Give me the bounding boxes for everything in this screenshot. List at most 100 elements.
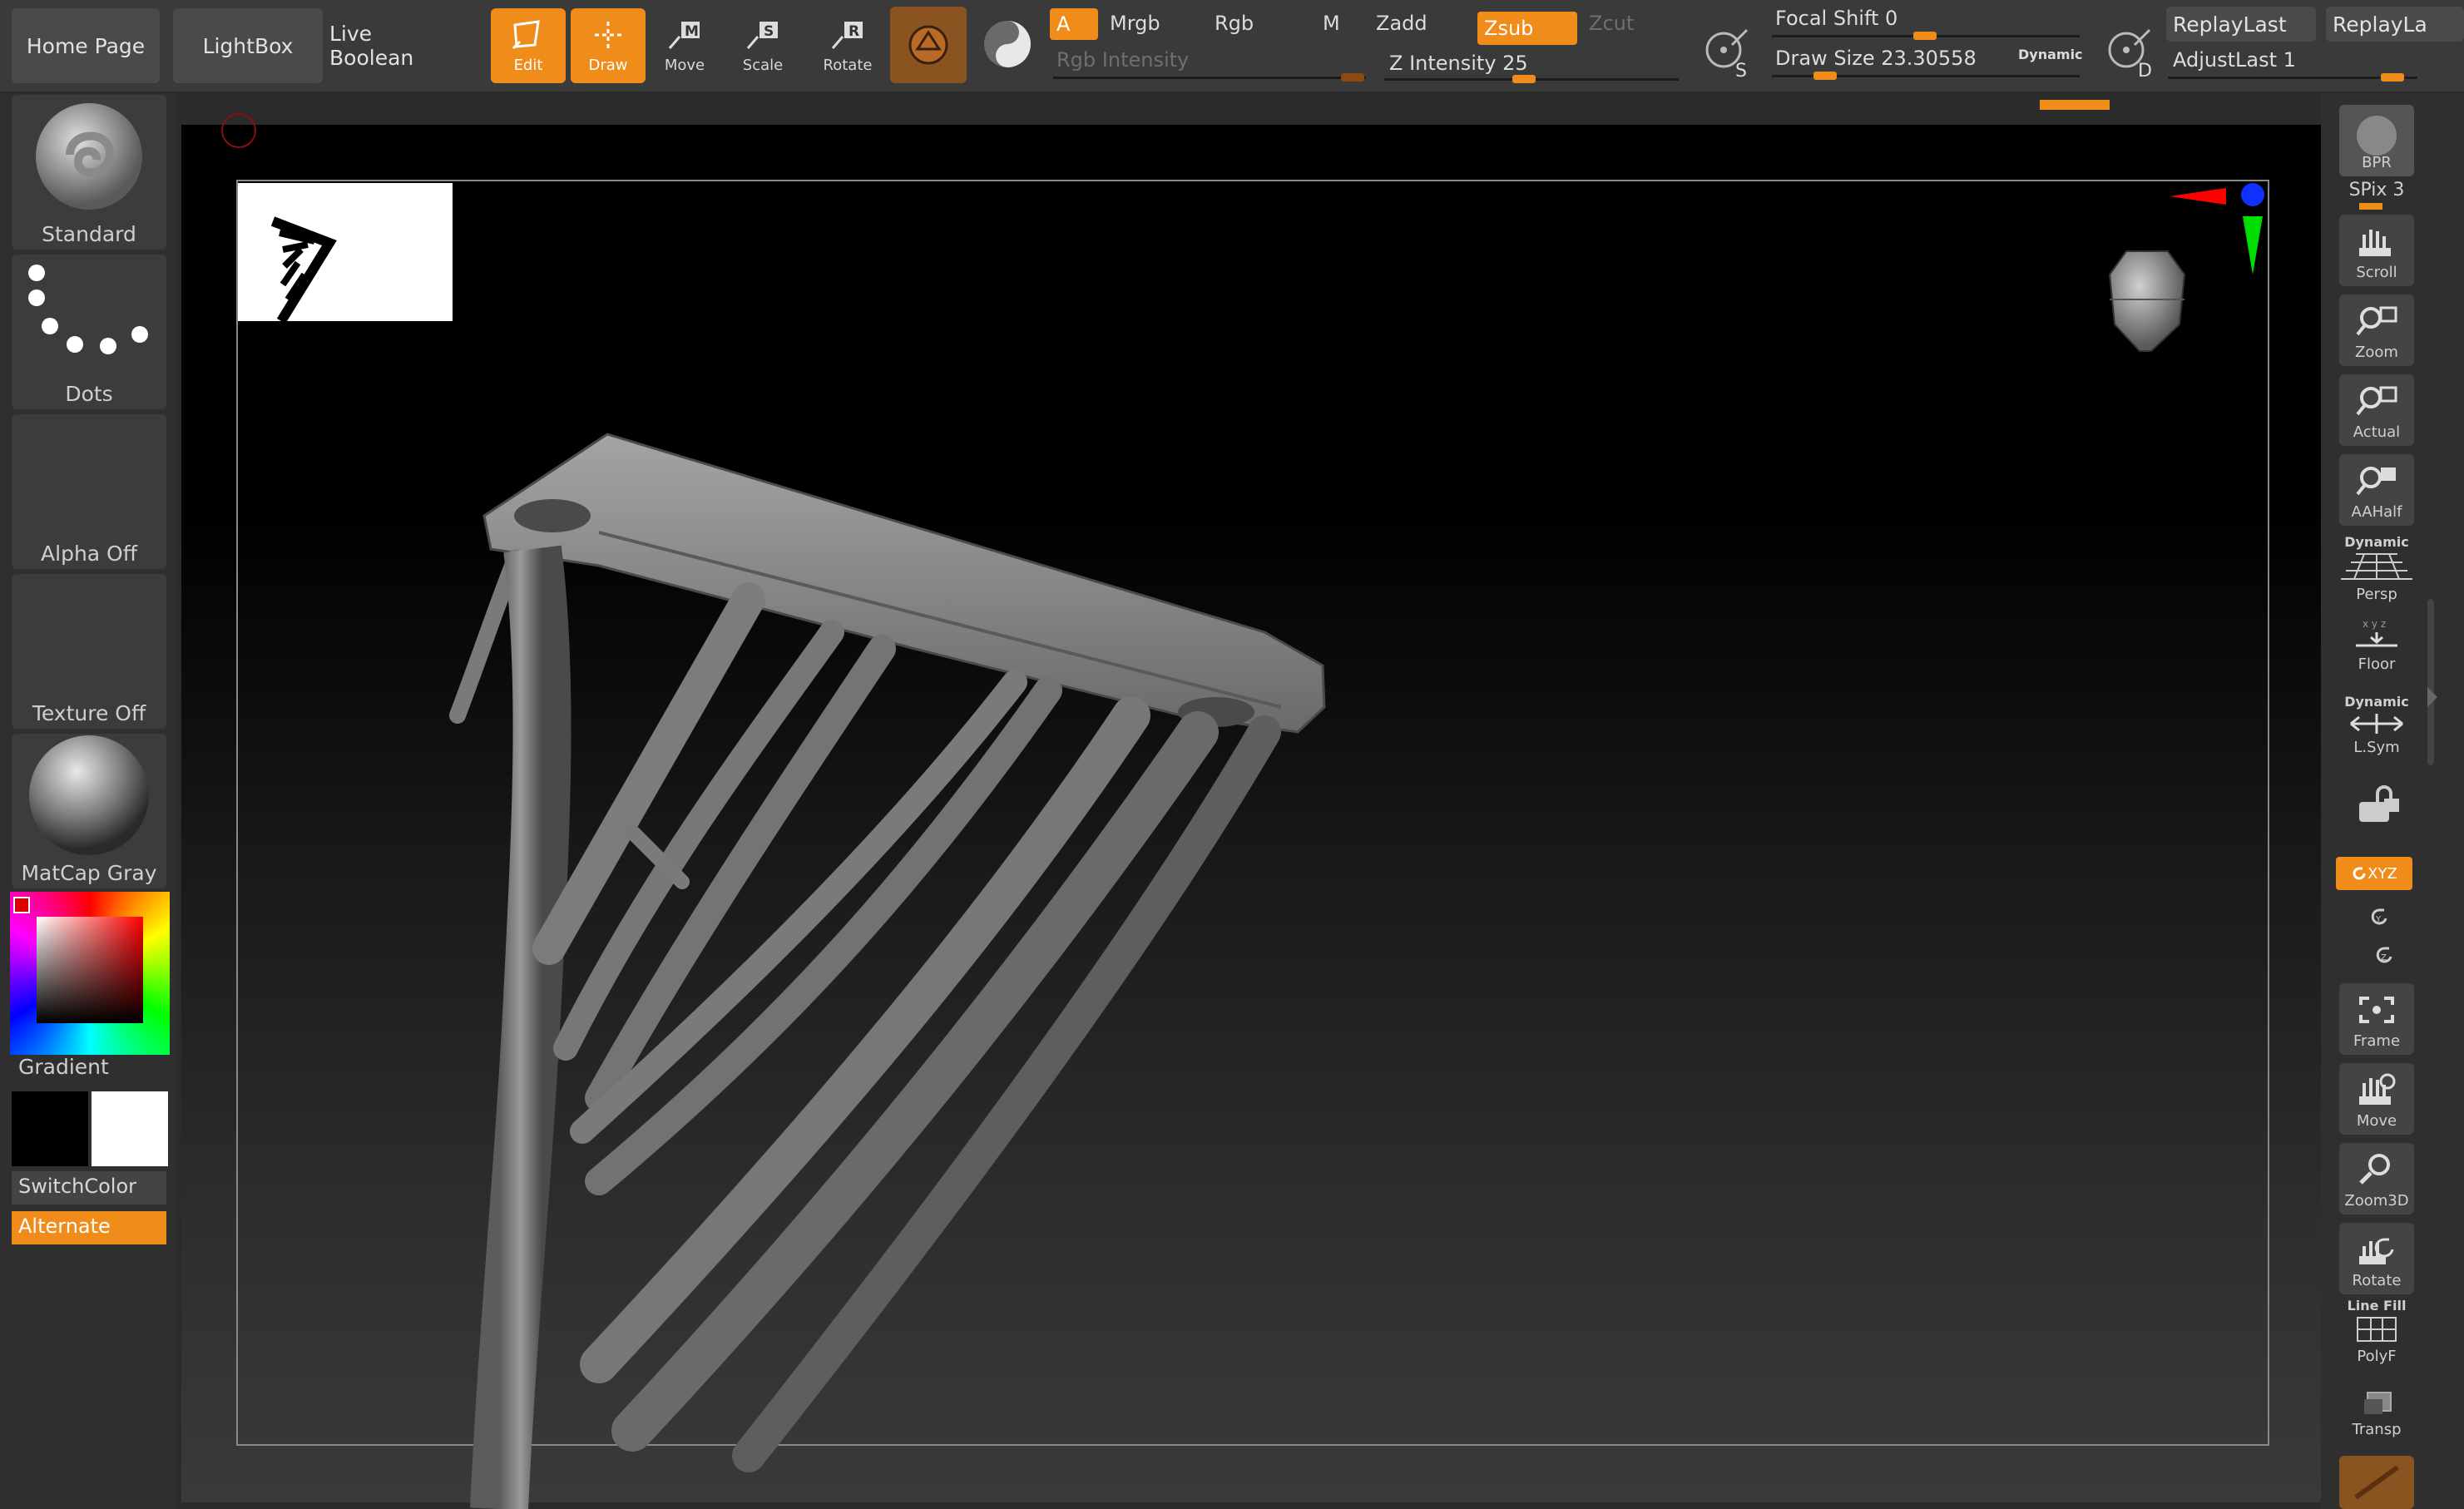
floor-button[interactable]: x y z Floor <box>2339 616 2414 682</box>
color-saturation-square[interactable] <box>37 917 143 1023</box>
head-orientation-icon[interactable] <box>2093 241 2201 358</box>
edit-icon <box>512 19 540 49</box>
magnifier-icon <box>2356 306 2397 336</box>
aahalf-label: AAHalf <box>2351 503 2402 521</box>
replay-icon[interactable]: D <box>2101 20 2160 82</box>
spix-slider[interactable]: SPix 3 <box>2339 180 2414 200</box>
right-shelf: BPR SPix 3 Scroll Zoom Actual AAHalf Dyn… <box>2321 93 2464 1509</box>
zadd-toggle[interactable]: Zadd <box>1376 12 1427 35</box>
rotate-label: Rotate <box>823 56 873 74</box>
lock-camera-icon <box>2359 785 2399 822</box>
material-preview-button[interactable] <box>890 7 967 83</box>
focal-shift-slider[interactable]: Focal Shift 0 <box>1775 7 1897 30</box>
brush-name: Standard <box>42 222 136 246</box>
canvas-marker-circle <box>221 113 256 148</box>
lightbox-button[interactable]: LightBox <box>173 8 323 83</box>
a-toggle[interactable]: A <box>1050 8 1098 40</box>
rotate-view-icon <box>2359 1238 2394 1264</box>
floor-icon: x y z <box>2356 618 2397 647</box>
focal-shift-icon[interactable]: S <box>1699 20 1757 82</box>
polyf-label: PolyF <box>2357 1348 2397 1365</box>
right-panel-scrollbar[interactable] <box>2427 599 2434 765</box>
rgb-toggle[interactable]: Rgb <box>1215 12 1254 35</box>
aahalf-button[interactable]: AAHalf <box>2339 454 2414 526</box>
draw-tool-button[interactable]: Draw <box>571 8 646 83</box>
secondary-color-swatch[interactable] <box>92 1091 168 1166</box>
polyf-button[interactable]: PolyF <box>2339 1314 2414 1373</box>
texture-name: Texture Off <box>32 701 146 725</box>
gradient-label[interactable]: Gradient <box>18 1055 109 1079</box>
home-page-button[interactable]: Home Page <box>12 8 160 83</box>
main-color-swatch[interactable] <box>12 1091 88 1166</box>
svg-text:Z: Z <box>2381 953 2387 962</box>
ghost-button[interactable] <box>2339 1456 2414 1509</box>
matcap-sphere-icon <box>29 735 149 855</box>
right-panel-collapse-arrow[interactable] <box>2427 687 2437 707</box>
m-toggle[interactable]: M <box>1323 12 1340 35</box>
color-picker[interactable] <box>10 892 170 1055</box>
y-rotate-icon[interactable]: Y <box>2363 900 2396 933</box>
focal-shift-knob[interactable] <box>1913 32 1937 40</box>
persp-button[interactable]: Persp <box>2339 549 2414 607</box>
rotate-view-button[interactable]: Rotate <box>2339 1223 2414 1294</box>
replay-last-relative-button[interactable]: ReplayLa <box>2326 7 2464 42</box>
ghost-icon <box>2354 1465 2399 1500</box>
texture-selector[interactable]: Texture Off <box>12 574 166 729</box>
draw-size-knob[interactable] <box>1813 72 1837 80</box>
floor-label: Floor <box>2358 656 2396 673</box>
move-view-label: Move <box>2356 1112 2397 1130</box>
replay-last-button[interactable]: ReplayLast <box>2166 7 2316 42</box>
mrgb-toggle[interactable]: Mrgb <box>1110 12 1160 35</box>
alpha-selector[interactable]: Alpha Off <box>12 414 166 569</box>
xyz-label: XYZ <box>2368 864 2397 883</box>
transp-button[interactable]: Transp <box>2339 1388 2414 1446</box>
canvas-scroll-marker[interactable] <box>2040 100 2110 110</box>
rgb-intensity-knob[interactable] <box>1341 73 1364 82</box>
xyz-rotate-toggle[interactable]: XYZ <box>2336 857 2412 890</box>
dynamic-persp-label: Dynamic <box>2344 534 2409 550</box>
zoom-button[interactable]: Zoom <box>2339 294 2414 366</box>
move-view-button[interactable]: Move <box>2339 1063 2414 1135</box>
scroll-button[interactable]: Scroll <box>2339 215 2414 286</box>
z-rotate-icon[interactable]: Z <box>2368 938 2401 972</box>
live-boolean-button[interactable]: Live Boolean <box>329 8 463 83</box>
bpr-button[interactable]: BPR <box>2339 105 2414 176</box>
lock-camera-button[interactable] <box>2354 782 2404 832</box>
z-intensity-knob[interactable] <box>1512 75 1536 83</box>
edit-tool-button[interactable]: Edit <box>491 8 566 83</box>
color-cursor[interactable] <box>13 897 30 913</box>
material-selector[interactable]: MatCap Gray <box>12 734 166 888</box>
navigation-thumbnail[interactable] <box>238 183 453 324</box>
scale-tool-button[interactable]: S Scale <box>725 8 800 83</box>
rotate-tool-button[interactable]: R Rotate <box>810 8 885 83</box>
perspective-grid-icon <box>2341 553 2412 580</box>
z-intensity-slider[interactable]: Z Intensity 25 <box>1389 52 1528 75</box>
zoom3d-button[interactable]: Zoom3D <box>2339 1143 2414 1215</box>
zcut-toggle[interactable]: Zcut <box>1589 12 1634 35</box>
draw-label: Draw <box>588 56 628 74</box>
frame-icon <box>2359 997 2394 1023</box>
svg-text:D: D <box>2138 61 2152 78</box>
spix-knob[interactable] <box>2359 203 2382 210</box>
draw-size-slider[interactable]: Draw Size 23.30558 <box>1775 47 1977 70</box>
zsub-toggle[interactable]: Zsub <box>1477 12 1577 45</box>
frame-button[interactable]: Frame <box>2339 983 2414 1055</box>
stroke-selector[interactable]: Dots <box>12 255 166 409</box>
color-mode-button[interactable] <box>977 13 1038 75</box>
adjust-last-slider[interactable]: AdjustLast 1 <box>2173 48 2296 72</box>
dynamic-draw-size-toggle[interactable]: Dynamic <box>2018 47 2083 62</box>
rgb-intensity-slider[interactable]: Rgb Intensity <box>1056 48 1189 72</box>
brush-selector[interactable]: Standard <box>12 95 166 250</box>
rotate-arrow-icon <box>2353 867 2366 880</box>
actual-button[interactable]: Actual <box>2339 374 2414 446</box>
bpr-sphere-icon <box>2357 116 2397 156</box>
move-tool-button[interactable]: M Move <box>647 8 722 83</box>
frame-label: Frame <box>2353 1032 2401 1050</box>
svg-text:x y z: x y z <box>2363 618 2386 630</box>
lsym-button[interactable]: L.Sym <box>2339 710 2414 769</box>
yin-yang-icon <box>984 21 1031 67</box>
alternate-button[interactable]: Alternate <box>12 1211 166 1244</box>
persp-label: Persp <box>2356 586 2397 603</box>
switch-color-button[interactable]: SwitchColor <box>12 1171 166 1205</box>
adjust-last-knob[interactable] <box>2381 73 2404 82</box>
